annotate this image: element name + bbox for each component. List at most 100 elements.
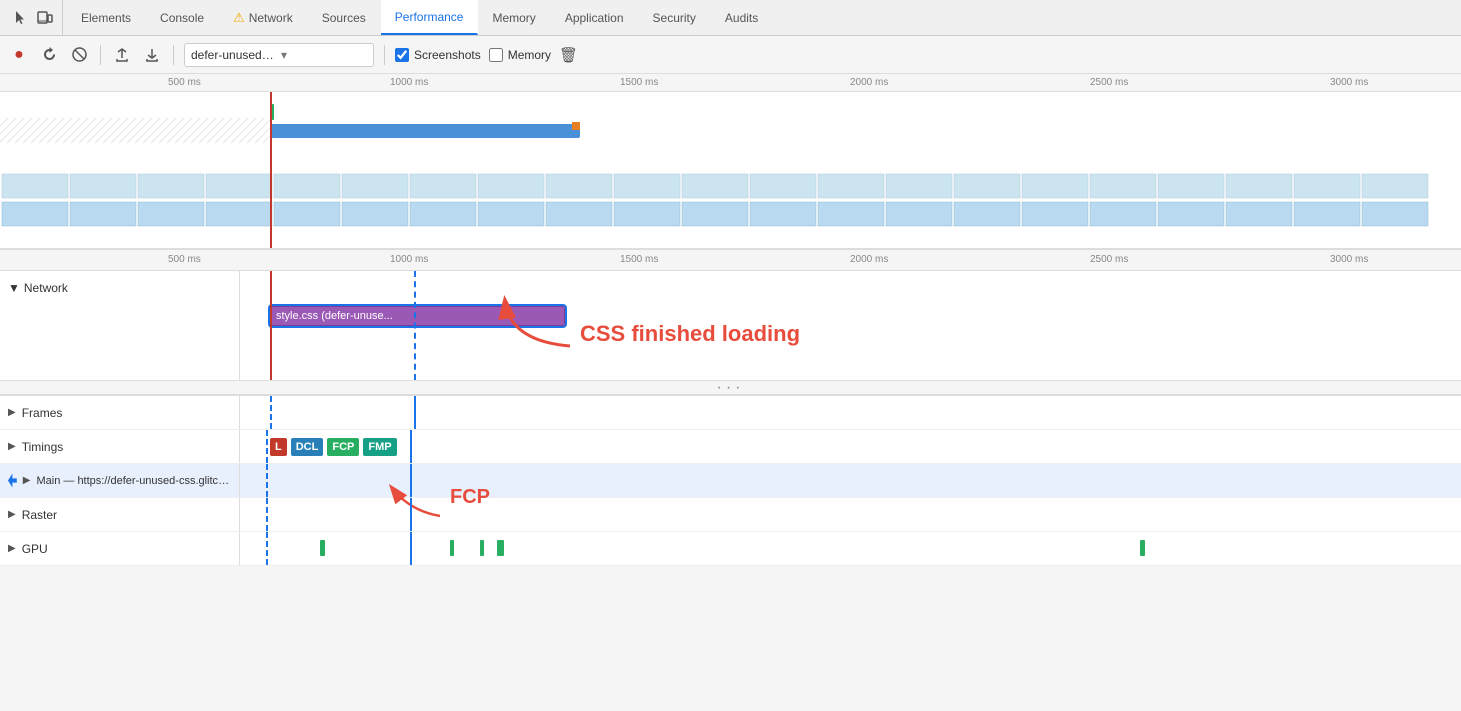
dashed-vline: [414, 271, 416, 380]
frames-blue-line: [414, 396, 416, 429]
tab-application[interactable]: Application: [551, 0, 639, 35]
device-icon[interactable]: [36, 9, 54, 27]
ruler-1000: 1000 ms: [390, 77, 428, 88]
badge-l: L: [270, 438, 287, 456]
lower-ruler-1500: 1500 ms: [620, 254, 658, 265]
ruler-2500: 2500 ms: [1090, 77, 1128, 88]
section-dots: ···: [0, 381, 1461, 395]
raster-row: ▶ Raster: [0, 498, 1461, 532]
bar-endpoint: [572, 122, 580, 130]
main-track: FCP: [240, 464, 1461, 497]
main-row: ▶ Main — https://defer-unused-css.glitch…: [0, 464, 1461, 498]
ruler-2000: 2000 ms: [850, 77, 888, 88]
lower-section: 500 ms 1000 ms 1500 ms 2000 ms 2500 ms 3…: [0, 249, 1461, 396]
download-button[interactable]: [141, 44, 163, 66]
upper-timeline: 500 ms 1000 ms 1500 ms 2000 ms 2500 ms 3…: [0, 74, 1461, 249]
trash-button[interactable]: 🗑: [559, 46, 578, 64]
timing-badges: L DCL FCP FMP: [270, 438, 399, 456]
frames-row: ▶ Frames: [0, 396, 1461, 430]
network-section: ▼ Network style.css (defer-unuse...: [0, 271, 1461, 381]
screenshot-thumbs-svg: // can't use script inside SVG in static…: [0, 172, 1461, 230]
divider-2: [173, 45, 174, 65]
gpu-track: [240, 532, 1461, 565]
main-blue-line: [410, 464, 412, 497]
tab-performance[interactable]: Performance: [381, 0, 479, 35]
raster-track: [240, 498, 1461, 531]
red-vertical-line: [270, 92, 272, 248]
main-label: ▶ Main — https://defer-unused-css.glitch…: [0, 464, 240, 497]
timings-dashed-line: [266, 430, 268, 463]
network-bar-css[interactable]: style.css (defer-unuse...: [270, 306, 565, 326]
lower-ruler-500: 500 ms: [168, 254, 201, 265]
timings-row: ▶ Timings L DCL FCP FMP: [0, 430, 1461, 464]
tab-network[interactable]: ⚠ Network: [219, 0, 308, 35]
divider-1: [100, 45, 101, 65]
gpu-blue-line: [410, 532, 412, 565]
ruler-3000: 3000 ms: [1330, 77, 1368, 88]
gpu-triangle-icon[interactable]: ▶: [8, 543, 16, 554]
gpu-dashed-line: [266, 532, 268, 565]
gpu-label: ▶ GPU: [0, 532, 240, 565]
waveform-left: [0, 118, 270, 143]
lower-ruler-2500: 2500 ms: [1090, 254, 1128, 265]
warning-icon: ⚠: [233, 10, 245, 26]
toolbar: ● defer-unused-css.glitch.... ▾ Screensh…: [0, 36, 1461, 74]
tab-audits[interactable]: Audits: [711, 0, 773, 35]
screenshot-strip: // can't use script inside SVG in static…: [0, 172, 1461, 230]
gpu-bar-5: [1140, 540, 1145, 556]
gpu-row: ▶ GPU: [0, 532, 1461, 566]
gpu-bar-1: [320, 540, 325, 556]
memory-checkbox-label[interactable]: Memory: [489, 48, 551, 62]
memory-checkbox[interactable]: [489, 48, 503, 62]
frames-label: ▶ Frames: [0, 396, 240, 429]
frames-dashed-line: [270, 396, 272, 429]
timings-triangle-icon[interactable]: ▶: [8, 441, 16, 452]
url-selector[interactable]: defer-unused-css.glitch.... ▾: [184, 43, 374, 67]
network-triangle-icon[interactable]: ▼: [8, 281, 20, 295]
main-dashed-line: [266, 464, 268, 497]
reload-button[interactable]: [38, 44, 60, 66]
tab-bar: Elements Console ⚠ Network Sources Perfo…: [0, 0, 1461, 36]
raster-triangle-icon[interactable]: ▶: [8, 509, 16, 520]
main-triangle-icon[interactable]: ▶: [23, 475, 31, 486]
screenshots-checkbox-label[interactable]: Screenshots: [395, 48, 481, 62]
bottom-panel: ▶ Frames ▶ Timings L DCL FCP FMP: [0, 396, 1461, 566]
lower-ruler-1000: 1000 ms: [390, 254, 428, 265]
tab-elements[interactable]: Elements: [67, 0, 146, 35]
upload-button[interactable]: [111, 44, 133, 66]
main-icon: [8, 474, 17, 488]
ruler-500: 500 ms: [168, 77, 201, 88]
frames-triangle-icon[interactable]: ▶: [8, 407, 16, 418]
timeline-content: // can't use script inside SVG in static…: [0, 92, 1461, 248]
screenshots-checkbox[interactable]: [395, 48, 409, 62]
chevron-down-icon: ▾: [281, 48, 367, 62]
network-track: style.css (defer-unuse...: [240, 271, 1461, 380]
timings-track: L DCL FCP FMP: [240, 430, 1461, 463]
network-red-line: [270, 271, 272, 380]
lower-ruler: 500 ms 1000 ms 1500 ms 2000 ms 2500 ms 3…: [0, 249, 1461, 271]
raster-blue-line: [410, 498, 412, 531]
upper-ruler: 500 ms 1000 ms 1500 ms 2000 ms 2500 ms 3…: [0, 74, 1461, 92]
devtools-icons: [4, 0, 63, 35]
badge-fcp: FCP: [327, 438, 359, 456]
lower-ruler-2000: 2000 ms: [850, 254, 888, 265]
clear-button[interactable]: [68, 44, 90, 66]
fcp-annotation: FCP: [440, 466, 480, 489]
gpu-bar-3: [480, 540, 484, 556]
frames-track: [240, 396, 1461, 429]
record-button[interactable]: ●: [8, 44, 30, 66]
timings-blue-line: [410, 430, 412, 463]
gpu-bar-4: [497, 540, 504, 556]
css-load-bar: [270, 124, 580, 138]
divider-3: [384, 45, 385, 65]
ruler-1500: 1500 ms: [620, 77, 658, 88]
tab-memory[interactable]: Memory: [478, 0, 550, 35]
tab-console[interactable]: Console: [146, 0, 219, 35]
badge-dcl: DCL: [291, 438, 324, 456]
timings-label: ▶ Timings: [0, 430, 240, 463]
raster-label: ▶ Raster: [0, 498, 240, 531]
cursor-icon[interactable]: [12, 9, 30, 27]
network-label: ▼ Network: [0, 271, 240, 380]
tab-sources[interactable]: Sources: [308, 0, 381, 35]
tab-security[interactable]: Security: [639, 0, 711, 35]
